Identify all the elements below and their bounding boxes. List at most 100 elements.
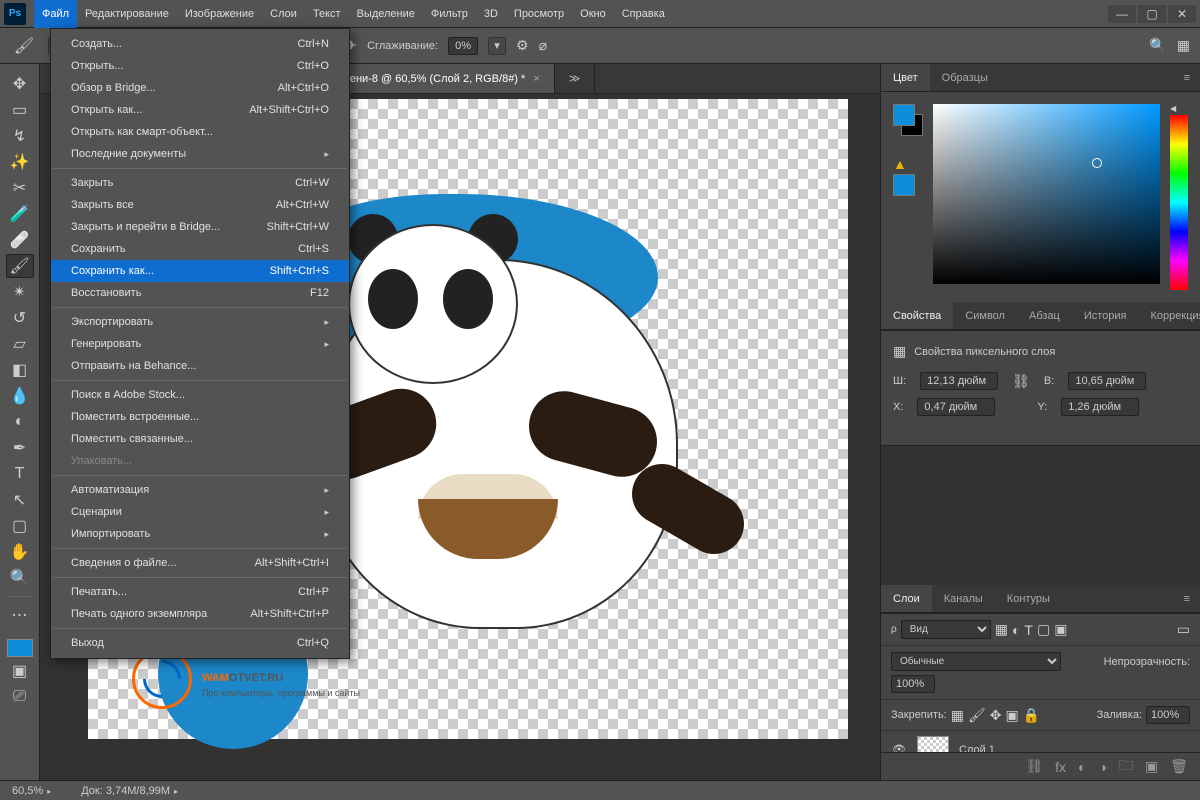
lock-transparent-icon[interactable]: ▦	[951, 707, 964, 724]
layers-tab[interactable]: Контуры	[995, 585, 1062, 612]
properties-tab[interactable]: Абзац	[1017, 302, 1072, 329]
layer-row[interactable]: 👁Слой 1	[881, 731, 1200, 752]
brush-tool-icon[interactable]: 🖌	[6, 254, 34, 278]
layers-tab[interactable]: Каналы	[932, 585, 995, 612]
lock-image-icon[interactable]: 🖌	[968, 707, 986, 724]
window-close-button[interactable]: ✕	[1168, 5, 1196, 23]
layers-tab[interactable]: Слои	[881, 585, 932, 612]
file-menu-item[interactable]: Закрыть и перейти в Bridge...Shift+Ctrl+…	[51, 216, 349, 238]
hand-tool-icon[interactable]: ✋	[6, 540, 34, 564]
width-input[interactable]: 12,13 дюйм	[920, 372, 998, 390]
blur-tool-icon[interactable]: 💧	[6, 384, 34, 408]
file-menu-item[interactable]: Создать...Ctrl+N	[51, 33, 349, 55]
gradient-tool-icon[interactable]: ◧	[6, 358, 34, 382]
wand-tool-icon[interactable]: ✨	[6, 150, 34, 174]
lock-artboard-icon[interactable]: ▣	[1006, 707, 1019, 724]
file-menu-item[interactable]: Отправить на Behance...	[51, 355, 349, 377]
link-layers-icon[interactable]: ⛓	[1025, 758, 1043, 775]
file-menu-item[interactable]: Печать одного экземпляраAlt+Shift+Ctrl+P	[51, 603, 349, 625]
file-menu-item[interactable]: ЗакрытьCtrl+W	[51, 172, 349, 194]
layer-fill-input[interactable]: 100%	[1146, 706, 1190, 724]
file-menu-item[interactable]: Генерировать	[51, 333, 349, 355]
menu-3d[interactable]: 3D	[476, 0, 506, 28]
file-menu-item[interactable]: Печатать...Ctrl+P	[51, 581, 349, 603]
screenmode-icon[interactable]: ⎚	[6, 685, 34, 709]
dodge-tool-icon[interactable]: ◐	[6, 410, 34, 434]
properties-tab[interactable]: Свойства	[881, 302, 953, 329]
doc-readout[interactable]: Док: 3,74M/8,99M	[81, 785, 178, 797]
window-minimize-button[interactable]: —	[1108, 5, 1136, 23]
filter-type-icon[interactable]: T	[1024, 622, 1033, 638]
file-menu-item[interactable]: Последние документы	[51, 143, 349, 165]
stamp-tool-icon[interactable]: ✴	[6, 280, 34, 304]
smooth-field[interactable]: 0%	[448, 37, 478, 55]
color-swatches[interactable]: ▲	[893, 104, 923, 290]
layer-thumbnail[interactable]	[917, 736, 949, 753]
menu-справка[interactable]: Справка	[614, 0, 673, 28]
lock-all-icon[interactable]: 🔒	[1023, 707, 1040, 724]
height-input[interactable]: 10,65 дюйм	[1068, 372, 1146, 390]
menu-изображение[interactable]: Изображение	[177, 0, 262, 28]
marquee-tool-icon[interactable]: ▭	[6, 98, 34, 122]
menu-файл[interactable]: Файл	[34, 0, 77, 28]
menu-редактирование[interactable]: Редактирование	[77, 0, 177, 28]
file-menu-item[interactable]: Поиск в Adobe Stock...	[51, 384, 349, 406]
menu-окно[interactable]: Окно	[572, 0, 614, 28]
eyedropper-tool-icon[interactable]: 🧪	[6, 202, 34, 226]
file-menu-item[interactable]: Сценарии	[51, 501, 349, 523]
menu-выделение[interactable]: Выделение	[349, 0, 423, 28]
lasso-tool-icon[interactable]: ↯	[6, 124, 34, 148]
file-menu-item[interactable]: ВосстановитьF12	[51, 282, 349, 304]
filter-pixel-icon[interactable]: ▦	[995, 621, 1008, 638]
path-select-icon[interactable]: ↖	[6, 488, 34, 512]
menu-слои[interactable]: Слои	[262, 0, 305, 28]
color-field[interactable]	[933, 104, 1160, 284]
new-layer-icon[interactable]: ▣	[1145, 758, 1158, 775]
file-menu-item[interactable]: Автоматизация	[51, 479, 349, 501]
edit-toolbar-icon[interactable]: ⋯	[6, 603, 34, 627]
smooth-arrow[interactable]: ▾	[488, 37, 506, 55]
layer-visibility-icon[interactable]: 👁	[891, 743, 907, 752]
y-input[interactable]: 1,26 дюйм	[1061, 398, 1139, 416]
search-icon[interactable]: 🔍	[1149, 37, 1166, 54]
crop-tool-icon[interactable]: ✂	[6, 176, 34, 200]
brush-preset-icon[interactable]: 🖌	[10, 34, 38, 58]
file-menu-item[interactable]: Поместить связанные...	[51, 428, 349, 450]
rectangle-tool-icon[interactable]: ▢	[6, 514, 34, 538]
file-menu-item[interactable]: Экспортировать	[51, 311, 349, 333]
pen-tool-icon[interactable]: ✒	[6, 436, 34, 460]
filter-adjust-icon[interactable]: ◐	[1012, 622, 1020, 638]
lock-position-icon[interactable]: ✥	[990, 707, 1002, 724]
color-tab[interactable]: Образцы	[930, 64, 1000, 91]
file-menu-item[interactable]: Сведения о файле...Alt+Shift+Ctrl+I	[51, 552, 349, 574]
file-menu-item[interactable]: Закрыть всеAlt+Ctrl+W	[51, 194, 349, 216]
zoom-readout[interactable]: 60,5%	[12, 785, 51, 797]
panel-menu-icon[interactable]: ≡	[1174, 64, 1200, 91]
close-tab-icon[interactable]: ×	[533, 73, 539, 85]
window-maximize-button[interactable]: ▢	[1138, 5, 1166, 23]
file-menu-item[interactable]: СохранитьCtrl+S	[51, 238, 349, 260]
foreground-swatch[interactable]	[7, 639, 33, 657]
new-group-icon[interactable]: 🗀	[1119, 755, 1133, 779]
delete-layer-icon[interactable]: 🗑	[1170, 758, 1188, 775]
layer-opacity-input[interactable]: 100%	[891, 675, 935, 693]
properties-tab[interactable]: Коррекция	[1139, 302, 1200, 329]
zoom-tool-icon[interactable]: 🔍	[6, 566, 34, 590]
text-tool-icon[interactable]: T	[6, 462, 34, 486]
x-input[interactable]: 0,47 дюйм	[917, 398, 995, 416]
hue-slider[interactable]	[1170, 115, 1188, 290]
filter-shape-icon[interactable]: ▢	[1037, 621, 1050, 638]
panel-menu-icon[interactable]: ≡	[1174, 585, 1200, 612]
layer-style-icon[interactable]: fx	[1055, 759, 1066, 775]
properties-tab[interactable]: Символ	[953, 302, 1017, 329]
warning-swatch[interactable]	[893, 174, 915, 196]
move-tool-icon[interactable]: ✥	[6, 72, 34, 96]
filter-smart-icon[interactable]: ▣	[1054, 621, 1067, 638]
properties-tab[interactable]: История	[1072, 302, 1139, 329]
blend-mode-select[interactable]: Обычные	[891, 652, 1061, 671]
history-brush-icon[interactable]: ↺	[6, 306, 34, 330]
file-menu-item[interactable]: Обзор в Bridge...Alt+Ctrl+O	[51, 77, 349, 99]
smooth-settings-icon[interactable]: ⚙	[516, 37, 529, 54]
file-menu-item[interactable]: Импортировать	[51, 523, 349, 545]
new-fill-icon[interactable]: ◑	[1099, 759, 1107, 775]
